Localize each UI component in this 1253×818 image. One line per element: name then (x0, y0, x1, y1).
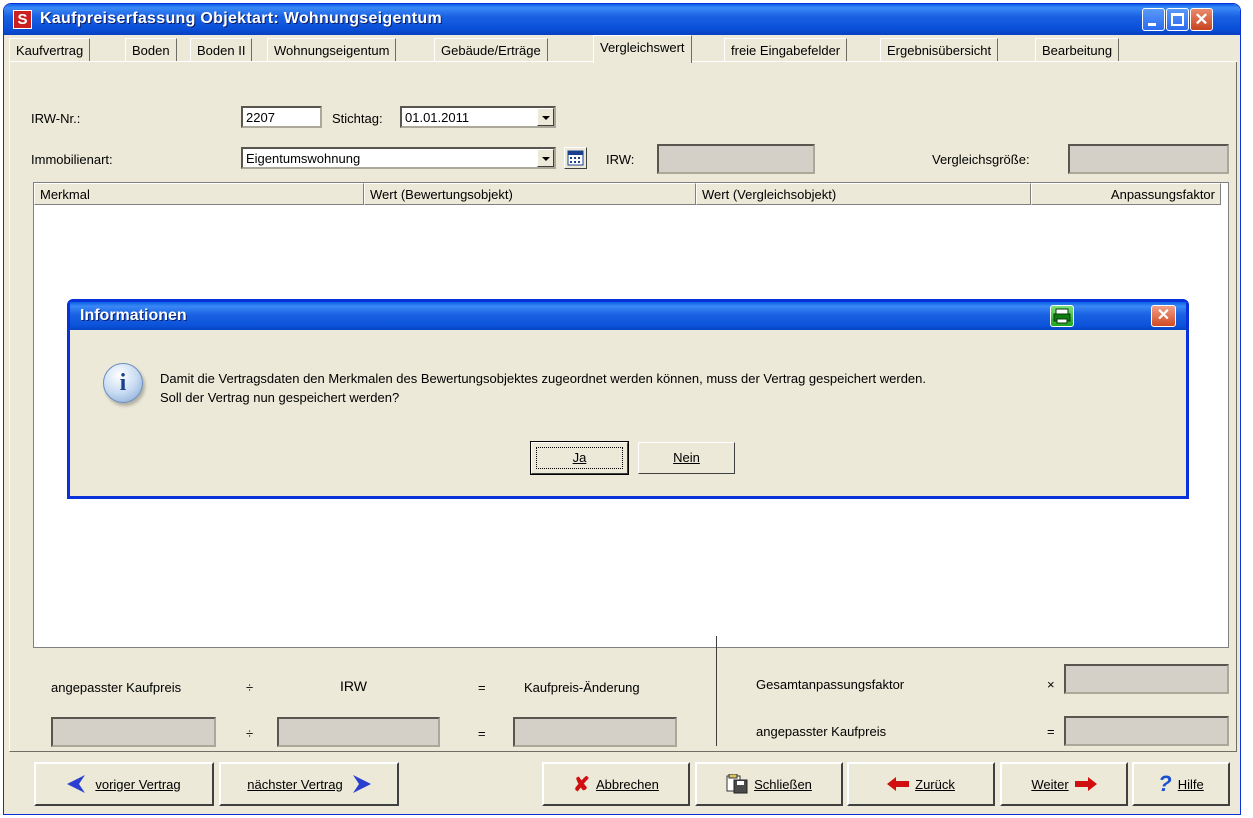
dialog-message-line-1: Damit die Vertragsdaten den Merkmalen de… (160, 371, 926, 386)
hilfe-label: Hilfe (1177, 776, 1204, 792)
tab-kaufvertrag[interactable]: Kaufvertrag (9, 38, 91, 62)
arrow-left-icon (67, 775, 86, 793)
stichtag-value: 01.01.2011 (405, 110, 470, 125)
column-header-anpassungsfaktor[interactable]: Anpassungsfaktor (1031, 183, 1221, 205)
app-icon: S (13, 10, 32, 29)
maximize-button[interactable] (1166, 8, 1189, 31)
dialog-title: Informationen (80, 307, 187, 324)
dialog-close-button[interactable]: ✕ (1151, 305, 1176, 327)
immobilienart-select[interactable]: Eigentumswohnung (241, 147, 556, 169)
hilfe-button[interactable]: ? Hilfe (1132, 762, 1230, 806)
irw-label: IRW: (606, 152, 635, 167)
calc-divide-symbol: ÷ (246, 680, 254, 695)
tab-boden-ii[interactable]: Boden II (190, 38, 253, 62)
tab-vergleichswert[interactable]: Vergleichswert (593, 35, 692, 63)
tab-strip: Kaufvertrag Boden Boden II Wohnungseigen… (9, 35, 1237, 63)
close-button[interactable]: ✕ (1190, 8, 1213, 31)
abbrechen-label: Abbrechen (595, 776, 659, 792)
info-icon: i (103, 363, 143, 403)
calc-angepasster-kaufpreis-field (51, 717, 216, 747)
immobilienart-value: Eigentumswohnung (246, 151, 361, 166)
save-close-icon (726, 774, 748, 794)
close-icon: ✕ (1156, 307, 1171, 324)
voriger-vertrag-button[interactable]: voriger Vertrag (34, 762, 214, 806)
arrow-right-icon (352, 775, 371, 793)
zurueck-label: Zurück (915, 776, 955, 792)
tab-freie-eingabefelder[interactable]: freie Eingabefelder (724, 38, 848, 62)
calc-irw-label: IRW (340, 678, 367, 694)
tab-ergebnisuebersicht[interactable]: Ergebnisübersicht (880, 38, 999, 62)
angepasster-kaufpreis-right-field (1064, 716, 1229, 746)
calc-equals-symbol: = (478, 680, 486, 695)
gesamtanpassungsfaktor-field (1064, 664, 1229, 694)
minimize-icon (1148, 23, 1156, 26)
naechster-vertrag-label: nächster Vertrag (247, 776, 343, 792)
cancel-x-icon: ✘ (573, 773, 590, 796)
calc-kaufpreis-aenderung-label: Kaufpreis-Änderung (524, 680, 640, 695)
vergleichsgroesse-label: Vergleichsgröße: (932, 152, 1030, 167)
nein-button[interactable]: Nein (638, 442, 735, 474)
immobilienart-label: Immobilienart: (31, 152, 113, 167)
vergleichsgroesse-field (1068, 144, 1229, 174)
calc-kaufpreis-aenderung-field (513, 717, 677, 747)
title-bar[interactable]: S Kaufpreiserfassung Objektart: Wohnungs… (4, 4, 1240, 35)
calendar-icon (567, 150, 584, 166)
arrow-right-red-icon (1074, 777, 1097, 791)
calc-multiply-symbol: × (1047, 677, 1055, 692)
calc-equals-symbol-3: = (1047, 724, 1055, 739)
schliessen-label: Schließen (754, 776, 812, 792)
dialog-message-line-2: Soll der Vertrag nun gespeichert werden? (160, 390, 400, 405)
stichtag-select[interactable]: 01.01.2011 (400, 106, 556, 128)
column-header-wert-vergleichsobjekt[interactable]: Wert (Vergleichsobjekt) (696, 183, 1031, 205)
calendar-button[interactable] (564, 147, 587, 169)
informationen-dialog: Informationen ✕ i Damit die Vertragsdate… (67, 299, 1189, 499)
window-title: Kaufpreiserfassung Objektart: Wohnungsei… (40, 10, 442, 27)
weiter-label: Weiter (1031, 776, 1069, 792)
tab-wohnungseigentum[interactable]: Wohnungseigentum (267, 38, 397, 62)
help-icon: ? (1158, 771, 1172, 796)
calc-irw-field (277, 717, 440, 747)
chevron-down-icon[interactable] (537, 149, 554, 167)
voriger-vertrag-label: voriger Vertrag (95, 776, 181, 792)
tab-bearbeitung[interactable]: Bearbeitung (1035, 38, 1120, 62)
dialog-print-button[interactable] (1050, 305, 1074, 327)
maximize-icon (1171, 13, 1184, 26)
arrow-left-red-icon (887, 777, 910, 791)
tab-gebaeude-ertraege[interactable]: Gebäude/Erträge (434, 38, 548, 62)
tab-boden[interactable]: Boden (125, 38, 177, 62)
chevron-down-icon[interactable] (537, 108, 554, 126)
weiter-button[interactable]: Weiter (1000, 762, 1128, 806)
nein-label: Nein (673, 450, 700, 465)
dialog-title-bar[interactable]: Informationen ✕ (70, 302, 1186, 330)
ja-button[interactable]: Ja (530, 441, 629, 475)
ja-label: Ja (572, 450, 587, 465)
column-header-wert-bewertungsobjekt[interactable]: Wert (Bewertungsobjekt) (364, 183, 696, 205)
calc-equals-symbol-2: = (478, 726, 486, 741)
abbrechen-button[interactable]: ✘ Abbrechen (542, 762, 690, 806)
angepasster-kaufpreis-right-label: angepasster Kaufpreis (756, 724, 887, 739)
calc-divide-symbol-2: ÷ (246, 726, 254, 741)
minimize-button[interactable] (1142, 8, 1165, 31)
schliessen-button[interactable]: Schließen (695, 762, 843, 806)
gesamtanpassungsfaktor-label: Gesamtanpassungsfaktor (756, 677, 905, 692)
naechster-vertrag-button[interactable]: nächster Vertrag (219, 762, 399, 806)
irw-field (657, 144, 815, 174)
column-header-merkmal[interactable]: Merkmal (34, 183, 364, 205)
irw-nr-label: IRW-Nr.: (31, 111, 81, 126)
print-icon (1053, 308, 1071, 324)
calc-separator (716, 636, 717, 746)
irw-nr-input[interactable]: 2207 (241, 106, 322, 128)
stichtag-label: Stichtag: (332, 111, 383, 126)
close-icon: ✕ (1194, 10, 1209, 29)
zurueck-button[interactable]: Zurück (847, 762, 995, 806)
calc-angepasster-kaufpreis-label: angepasster Kaufpreis (51, 680, 182, 695)
